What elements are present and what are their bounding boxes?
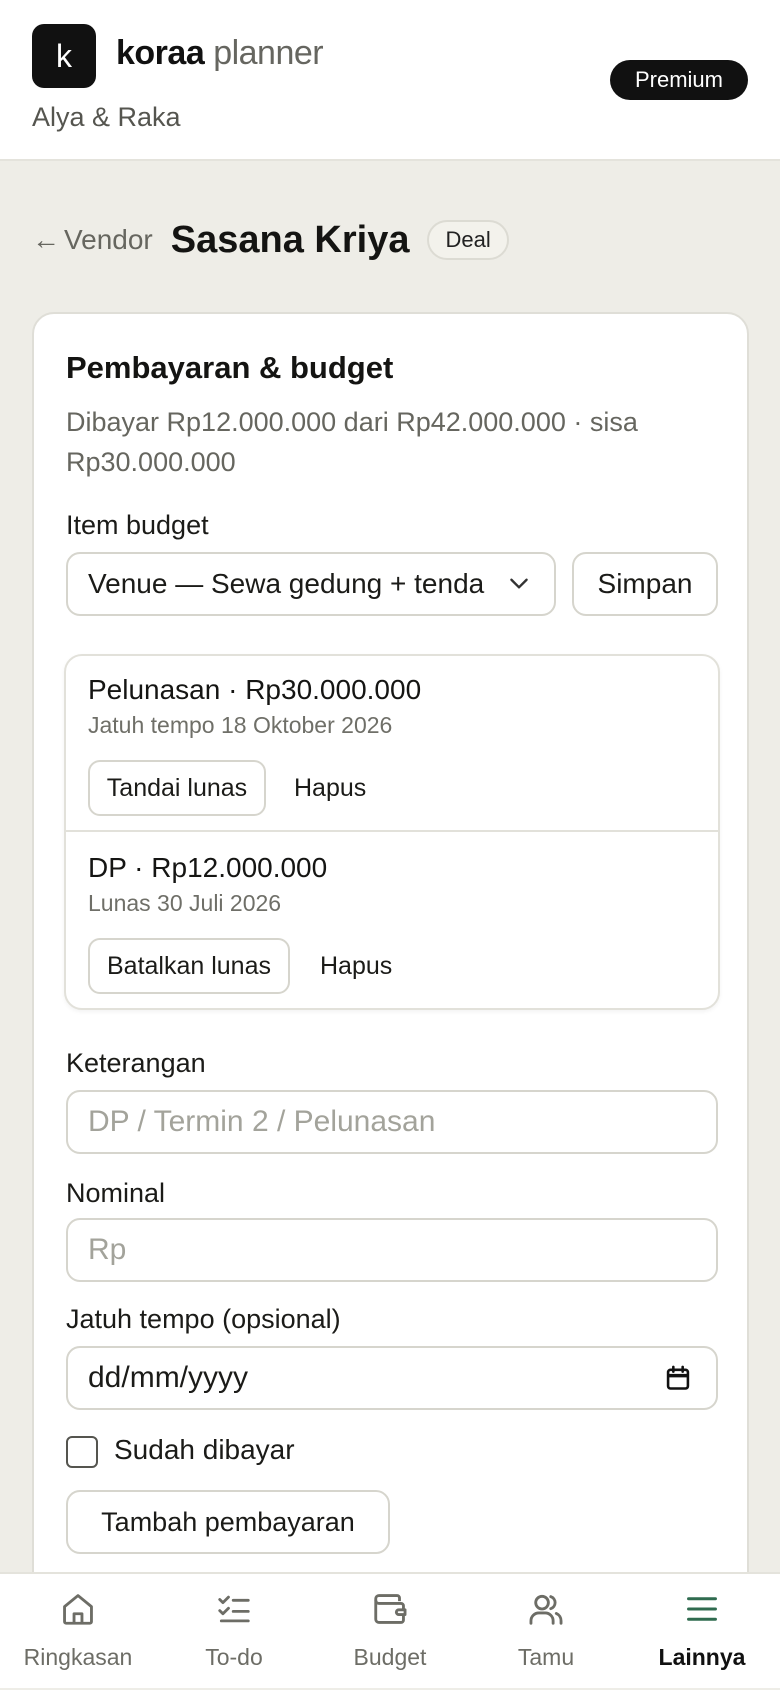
back-arrow-icon: ← [32, 224, 60, 255]
tab-label: Budget [353, 1644, 427, 1670]
tab-label: Lainnya [658, 1644, 746, 1670]
tab-label: Ringkasan [23, 1644, 133, 1670]
budget-item-select[interactable]: Venue — Sewa gedung + tenda [66, 552, 556, 616]
calendar-icon[interactable] [664, 1364, 692, 1392]
checklist-icon [218, 1595, 250, 1623]
card-title: Pembayaran & budget [66, 350, 394, 385]
tab-budget[interactable]: Budget [312, 1574, 468, 1690]
tab-lainnya[interactable]: Lainnya [624, 1574, 780, 1690]
back-label: Vendor [64, 224, 153, 255]
breadcrumb: ← Vendor Sasana Kriya Deal [32, 216, 509, 264]
due-date-placeholder: dd/mm/yyyy [88, 1361, 249, 1394]
payment-item-date: Jatuh tempo 18 Oktober 2026 [88, 712, 393, 738]
bottom-tab-bar: Ringkasan To-do Budget Tamu Lainnya [0, 1572, 780, 1688]
payment-item-title: Pelunasan · Rp30.000.000 [88, 674, 422, 705]
save-button[interactable]: Simpan [572, 552, 718, 616]
chevron-down-icon [510, 578, 528, 589]
payment-item-date: Lunas 30 Juli 2026 [88, 890, 282, 916]
due-date-label: Jatuh tempo (opsional) [66, 1304, 341, 1334]
home-icon [63, 1594, 93, 1625]
amount-label: Nominal [66, 1178, 166, 1208]
users-icon [529, 1594, 563, 1625]
menu-icon [687, 1597, 717, 1621]
payment-card: Pembayaran & budget Dibayar Rp12.000.000… [32, 312, 749, 1652]
brand-name: koraa planner [116, 34, 324, 73]
payment-item: Pelunasan · Rp30.000.000 Jatuh tempo 18 … [66, 656, 718, 832]
couple-name: Alya & Raka [32, 102, 181, 132]
due-date-input[interactable]: dd/mm/yyyy [66, 1346, 718, 1410]
unmark-paid-button[interactable]: Batalkan lunas [88, 938, 290, 994]
budget-item-value: Venue — Sewa gedung + tenda [88, 568, 485, 599]
tab-label: Tamu [517, 1644, 575, 1670]
mark-paid-button[interactable]: Tandai lunas [88, 760, 266, 816]
payment-list: Pelunasan · Rp30.000.000 Jatuh tempo 18 … [64, 654, 720, 1010]
brand-light: planner [213, 34, 324, 72]
add-payment-button[interactable]: Tambah pembayaran [66, 1490, 390, 1554]
tab-label: To-do [205, 1644, 263, 1670]
status-badge: Deal [427, 220, 509, 260]
app-logo[interactable]: k [32, 24, 96, 88]
tab-tamu[interactable]: Tamu [468, 1574, 624, 1690]
description-input[interactable]: DP / Termin 2 / Pelunasan [66, 1090, 718, 1154]
amount-input[interactable]: Rp [66, 1218, 718, 1282]
budget-item-label: Item budget [66, 510, 209, 540]
brand-bold: koraa [116, 34, 205, 72]
app-header: k koraa planner Alya & Raka Premium [0, 0, 780, 161]
page-title: Sasana Kriya [170, 218, 410, 261]
tab-to-do[interactable]: To-do [156, 1574, 312, 1690]
logo-letter: k [56, 38, 72, 74]
premium-badge: Premium [610, 60, 748, 100]
payment-summary: Dibayar Rp12.000.000 dari Rp42.000.000 ·… [66, 407, 638, 477]
payment-item-title: DP · Rp12.000.000 [88, 852, 328, 883]
tab-ringkasan[interactable]: Ringkasan [0, 1574, 156, 1690]
payment-item: DP · Rp12.000.000 Lunas 30 Juli 2026 Bat… [66, 834, 718, 1010]
delete-button[interactable]: Hapus [320, 938, 392, 994]
delete-button[interactable]: Hapus [294, 760, 366, 816]
wallet-icon [374, 1594, 407, 1624]
description-label: Keterangan [66, 1048, 206, 1078]
paid-checkbox[interactable] [66, 1436, 98, 1468]
paid-checkbox-label: Sudah dibayar [114, 1434, 295, 1465]
back-to-vendor-link[interactable]: ← Vendor [32, 224, 153, 256]
